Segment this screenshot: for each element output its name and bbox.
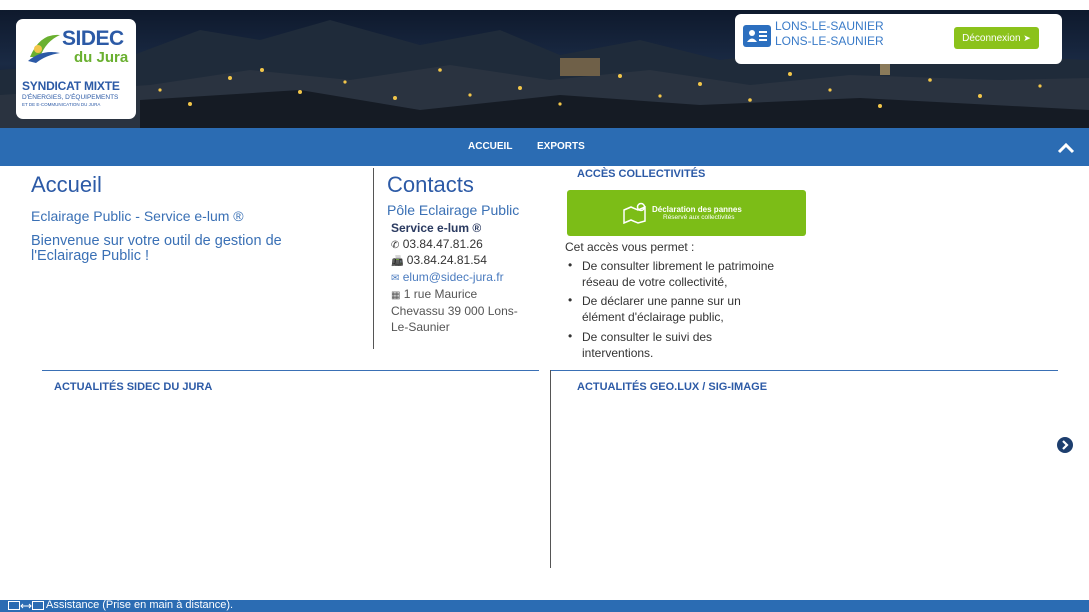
accueil-title: Accueil xyxy=(31,172,102,197)
bullet-line1: De consulter librement le patrimoine xyxy=(582,259,775,273)
user-collectivite: LONS-LE-SAUNIER xyxy=(775,34,884,48)
next-arrow-icon[interactable] xyxy=(1057,437,1073,453)
footer-bar: Assistance (Prise en main à distance). xyxy=(0,599,1089,612)
contacts-address-line2: Chevassu 39 000 Lons- xyxy=(391,304,518,318)
contacts-service: Service e-lum ® xyxy=(391,221,482,235)
divider-news xyxy=(550,370,551,568)
news-sidec-rule xyxy=(42,370,539,371)
bullet-line1: De consulter le suivi des xyxy=(582,330,713,344)
logo-line1: SYNDICAT MIXTE xyxy=(22,79,120,93)
bullet-line2: réseau de votre collectivité, xyxy=(582,275,728,289)
contacts-email[interactable]: elum@sidec-jura.fr xyxy=(403,270,504,284)
header-top-strip xyxy=(0,0,1089,10)
id-card-icon xyxy=(743,25,771,47)
declaration-subtitle: Réservé aux collectivités xyxy=(663,214,735,221)
contacts-phone-row: ✆ 03.84.47.81.26 xyxy=(391,237,483,251)
contacts-pole: Pôle Eclairage Public xyxy=(387,202,520,218)
chevron-up-icon[interactable] xyxy=(1057,142,1075,154)
bullet-dot: • xyxy=(568,329,573,343)
bullet-dot: • xyxy=(568,258,573,272)
main-nav: ACCUEIL EXPORTS xyxy=(0,128,1089,166)
envelope-icon: ✉ xyxy=(391,273,400,284)
accueil-welcome: Bienvenue sur votre outil de gestion de … xyxy=(31,233,282,264)
nav-item-exports[interactable]: EXPORTS xyxy=(537,141,585,152)
declaration-pannes-button[interactable]: Déclaration des pannes Réservé aux colle… xyxy=(567,190,806,236)
assistance-link[interactable]: Assistance (Prise en main à distance). xyxy=(46,599,233,611)
contacts-address-line1: 1 rue Maurice xyxy=(403,287,478,301)
contacts-address-line3: Le-Saunier xyxy=(391,320,450,334)
logo-line2: D'ÉNERGIES, D'ÉQUIPEMENTS xyxy=(22,94,119,101)
contacts-phone[interactable]: 03.84.47.81.26 xyxy=(403,237,483,251)
logout-button[interactable]: Déconnexion ➤ xyxy=(954,27,1039,49)
fax-icon: 📠 xyxy=(391,256,404,267)
declaration-title: Déclaration des pannes xyxy=(652,205,742,214)
contacts-address-row: ▦ 1 rue Maurice xyxy=(391,287,477,301)
news-geolux-title: ACTUALITÉS GEO.LUX / SIG-IMAGE xyxy=(577,381,768,393)
bullet-dot: • xyxy=(568,293,573,307)
bullet-line2: élément d'éclairage public, xyxy=(582,310,724,324)
phone-icon: ✆ xyxy=(391,240,400,251)
user-panel: LONS-LE-SAUNIER LONS-LE-SAUNIER Déconnex… xyxy=(735,14,1062,64)
acces-intro: Cet accès vous permet : xyxy=(565,240,695,254)
bullet-line2: interventions. xyxy=(582,346,654,360)
logo-line3: ET DE E-COMMUNICATION DU JURA xyxy=(22,102,101,107)
divider-contacts xyxy=(373,168,374,349)
nav-item-accueil[interactable]: ACCUEIL xyxy=(468,141,512,152)
news-geolux-rule xyxy=(551,370,1058,371)
contacts-fax: 03.84.24.81.54 xyxy=(406,253,487,267)
contacts-email-row: ✉ elum@sidec-jura.fr xyxy=(391,270,504,284)
logo-brand-sub: du Jura xyxy=(74,49,129,66)
logout-label: Déconnexion xyxy=(962,33,1021,44)
logo-brand: SIDEC xyxy=(62,27,124,50)
sidec-logo[interactable]: SIDEC du Jura SYNDICAT MIXTE D'ÉNERGIES,… xyxy=(16,19,136,119)
logout-icon: ➤ xyxy=(1023,33,1031,43)
building-icon: ▦ xyxy=(391,290,401,301)
contacts-title: Contacts xyxy=(387,172,474,197)
remote-desktop-icon xyxy=(8,601,44,610)
map-pin-icon xyxy=(623,202,646,224)
bullet-line1: De déclarer une panne sur un xyxy=(582,294,741,308)
header-banner: SIDEC du Jura SYNDICAT MIXTE D'ÉNERGIES,… xyxy=(0,0,1089,128)
contacts-fax-row: 📠 03.84.24.81.54 xyxy=(391,253,487,267)
news-sidec-title: ACTUALITÉS SIDEC DU JURA xyxy=(54,381,213,393)
logo-mark-icon xyxy=(28,34,60,63)
acces-title: ACCÈS COLLECTIVITÉS xyxy=(577,168,706,180)
user-commune: LONS-LE-SAUNIER xyxy=(775,19,884,33)
accueil-subtitle: Eclairage Public - Service e-lum ® xyxy=(31,208,244,224)
